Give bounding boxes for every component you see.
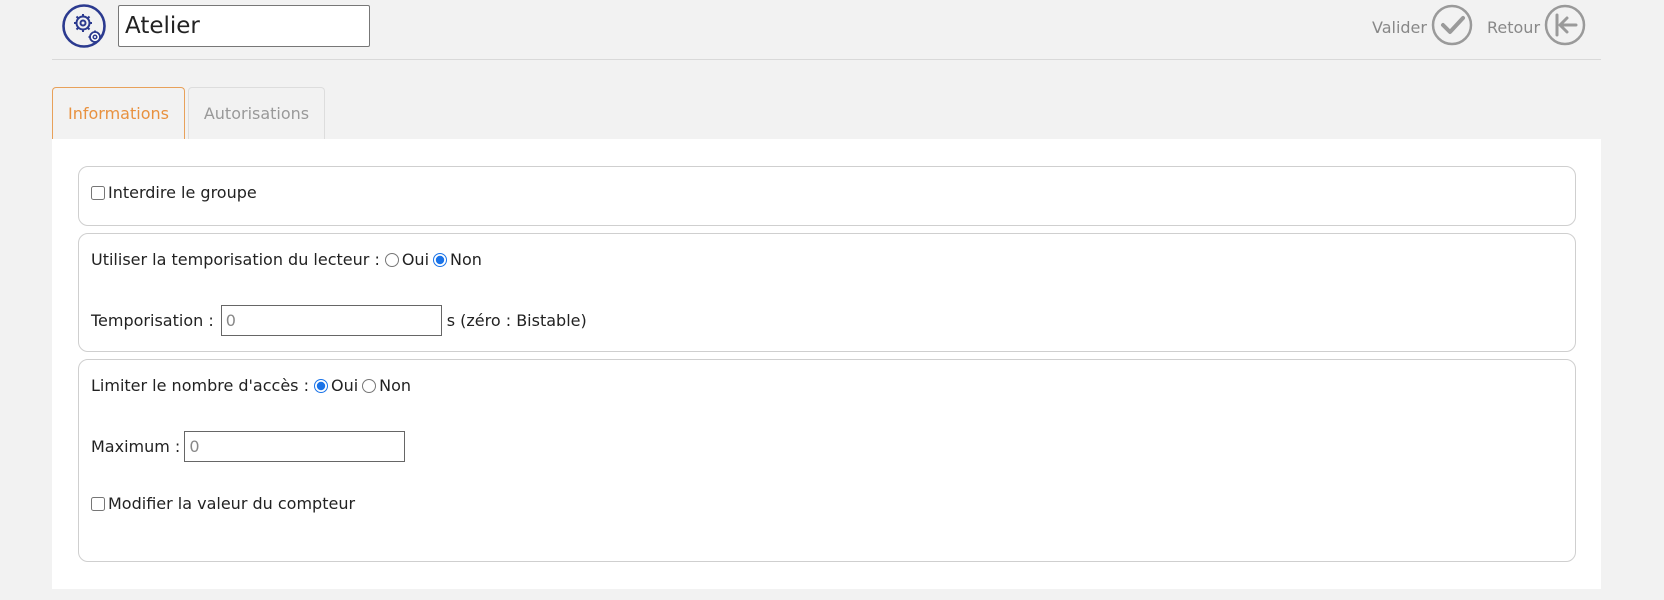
- check-circle-icon: [1431, 4, 1473, 50]
- forbid-group-label: Interdire le groupe: [108, 183, 257, 202]
- timer-input[interactable]: [220, 305, 442, 336]
- tab-informations[interactable]: Informations: [52, 87, 185, 139]
- retour-button[interactable]: Retour: [1487, 4, 1586, 50]
- maximum-row: Maximum :: [91, 431, 406, 462]
- use-reader-timer-no-radio[interactable]: [433, 252, 448, 267]
- maximum-input[interactable]: [184, 431, 406, 462]
- tab-autorisations[interactable]: Autorisations: [188, 87, 325, 139]
- timer-suffix: s (zéro : Bistable): [446, 311, 587, 330]
- use-reader-timer-label: Utiliser la temporisation du lecteur :: [91, 250, 380, 269]
- gears-icon: [62, 4, 106, 48]
- use-reader-timer-yes-radio[interactable]: [384, 252, 399, 267]
- valider-button[interactable]: Valider: [1372, 4, 1473, 50]
- forbid-group-panel: [78, 166, 1576, 226]
- modify-counter-row[interactable]: Modifier la valeur du compteur: [91, 494, 355, 513]
- modify-counter-label: Modifier la valeur du compteur: [108, 494, 356, 513]
- record-name-input[interactable]: [118, 5, 370, 47]
- forbid-group-row[interactable]: Interdire le groupe: [91, 183, 257, 202]
- tab-autorisations-label: Autorisations: [203, 104, 310, 123]
- limit-access-yes-radio[interactable]: [313, 378, 328, 393]
- limit-access-label: Limiter le nombre d'accès :: [91, 376, 309, 395]
- timer-row: Temporisation : s (zéro : Bistable): [91, 305, 587, 336]
- timer-label: Temporisation :: [91, 311, 214, 330]
- limit-access-no-label: Non: [379, 376, 412, 395]
- limit-access-no-radio[interactable]: [362, 378, 377, 393]
- valider-label: Valider: [1372, 17, 1427, 37]
- modify-counter-checkbox[interactable]: [91, 496, 105, 511]
- header-divider: [52, 59, 1601, 60]
- use-reader-timer-no-label: Non: [450, 250, 482, 269]
- forbid-group-checkbox[interactable]: [91, 185, 105, 200]
- tab-informations-label: Informations: [68, 104, 169, 123]
- top-bar: Valider Retour: [0, 0, 1664, 60]
- limit-access-yes-label: Oui: [330, 376, 359, 395]
- use-reader-timer-row: Utiliser la temporisation du lecteur : O…: [91, 250, 482, 269]
- maximum-label: Maximum :: [91, 437, 181, 456]
- exit-arrow-icon: [1544, 4, 1586, 50]
- retour-label: Retour: [1487, 17, 1541, 37]
- use-reader-timer-yes-label: Oui: [401, 250, 430, 269]
- limit-access-row: Limiter le nombre d'accès : Oui Non: [91, 376, 411, 395]
